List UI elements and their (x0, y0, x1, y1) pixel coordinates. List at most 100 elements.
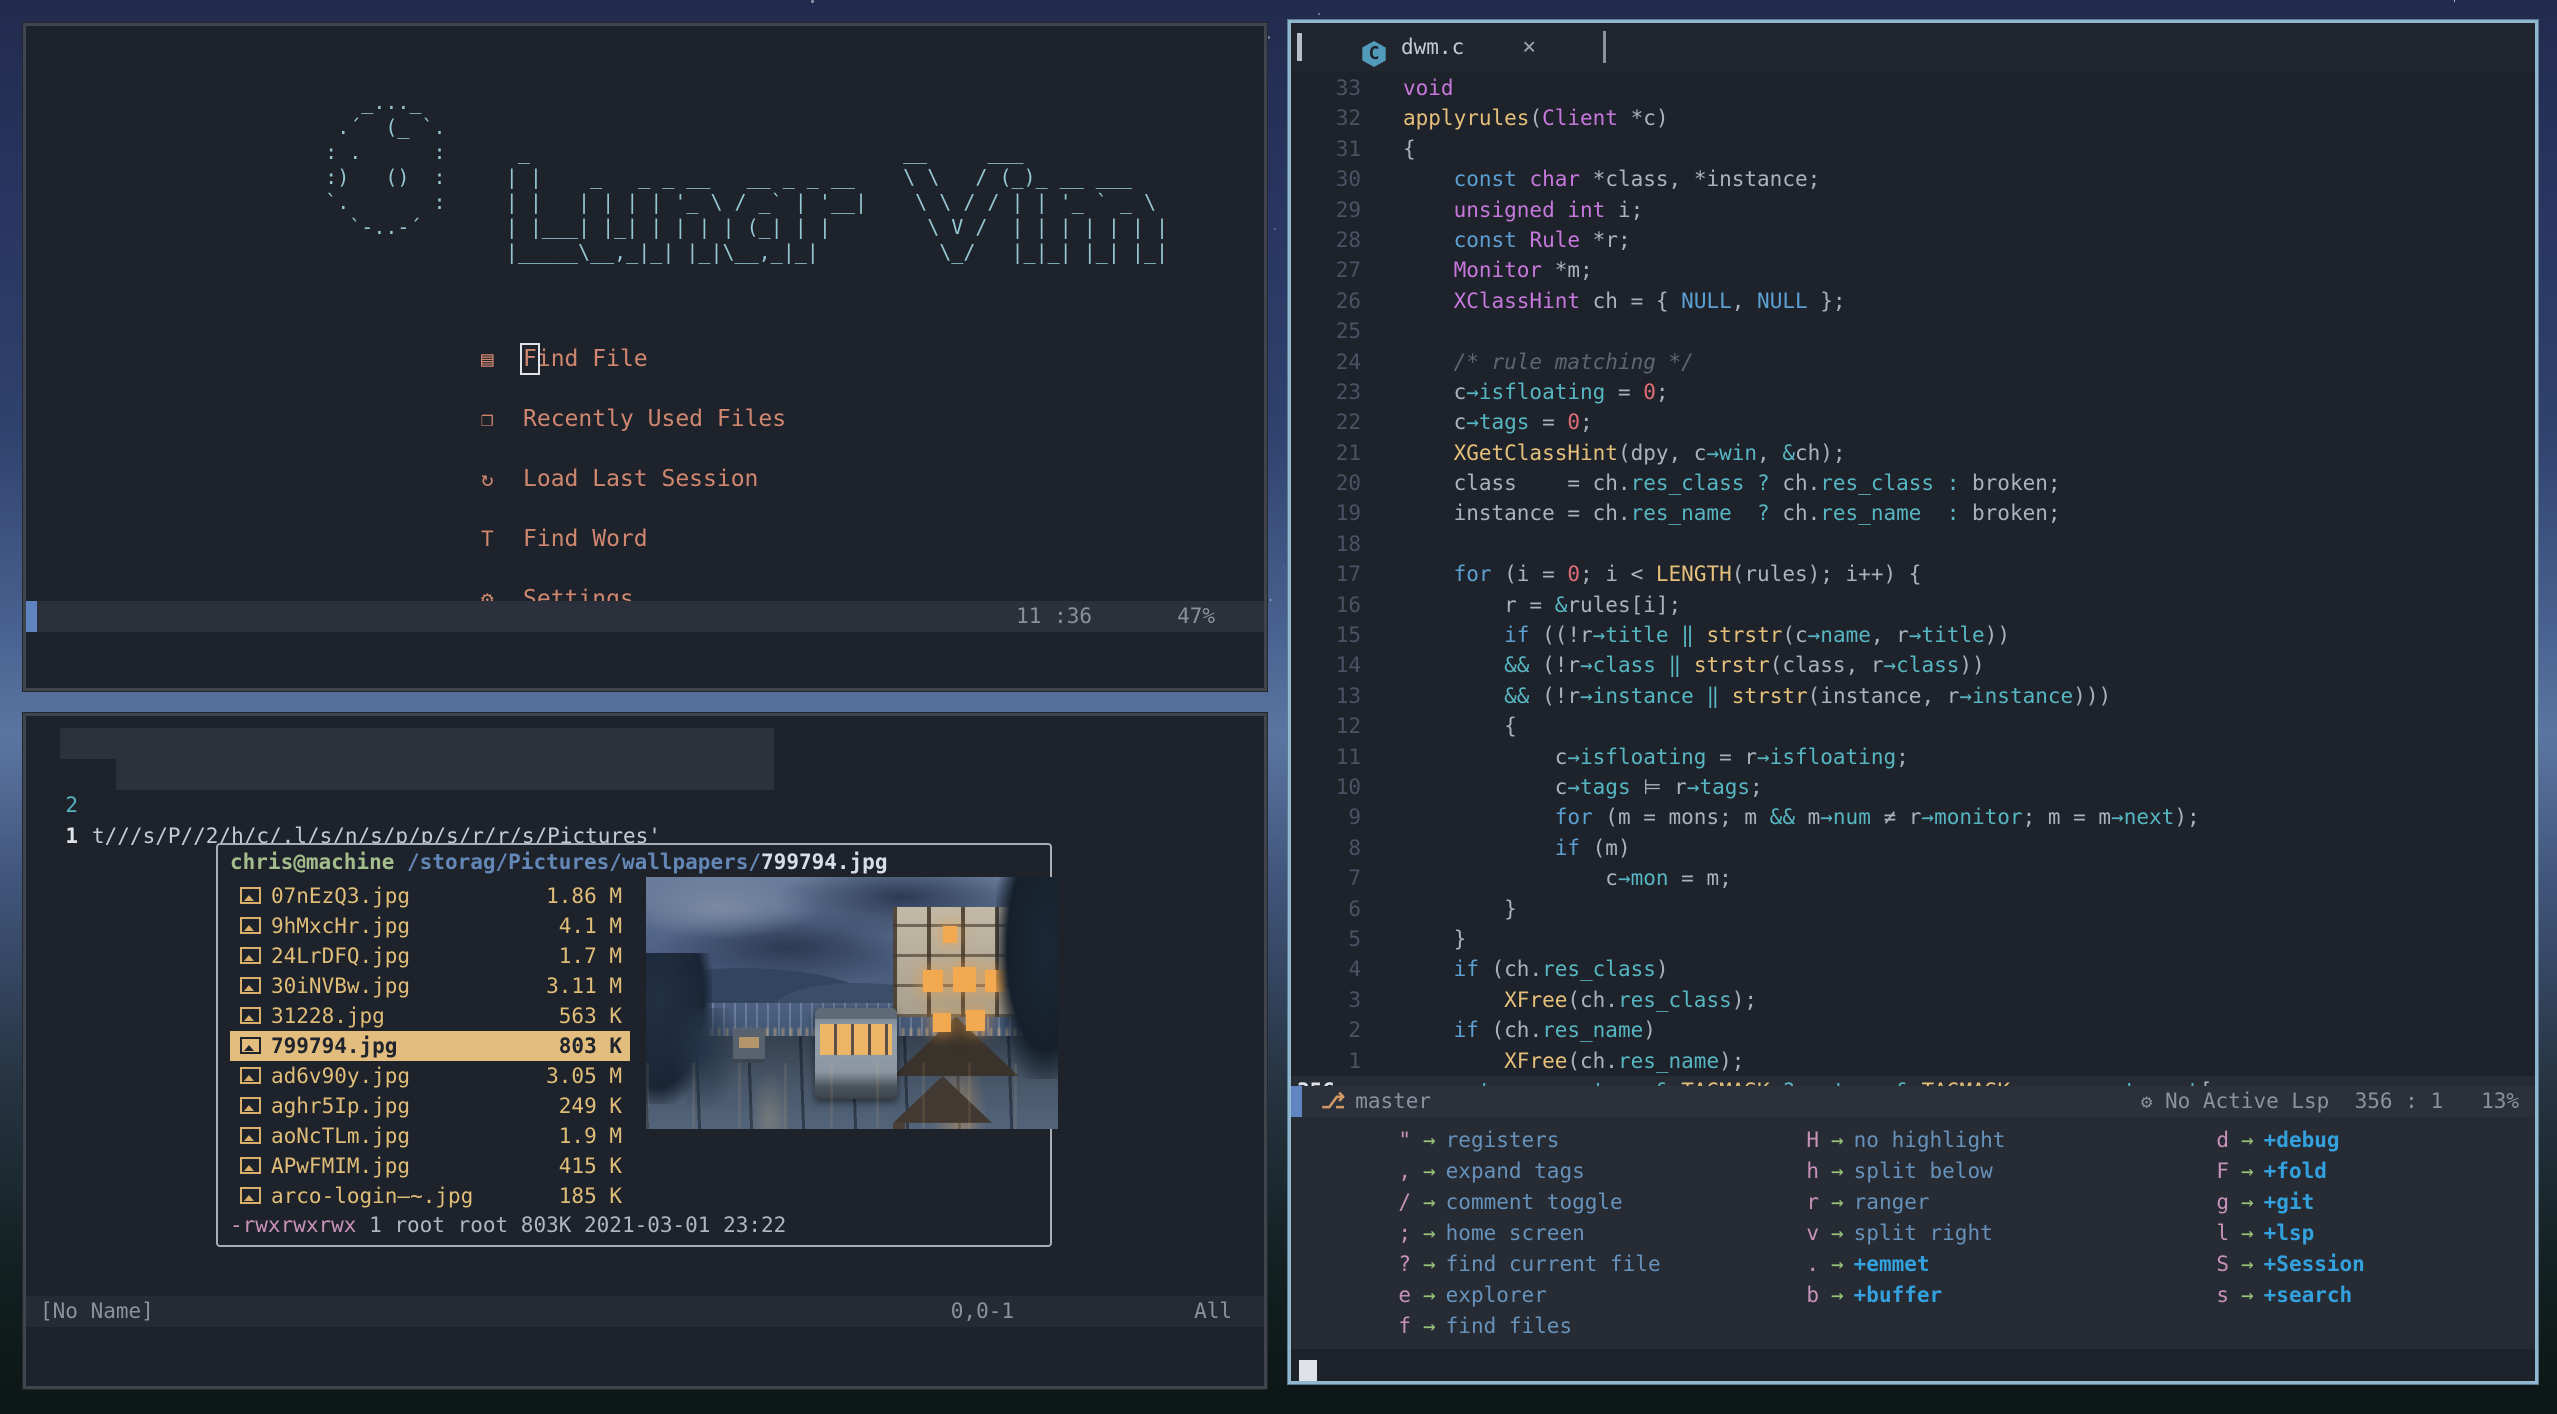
file-row[interactable]: aoNcTLm.jpg 1.9 M (230, 1121, 630, 1151)
file-name: 31228.jpg (271, 1001, 559, 1031)
code-line: 17 for (i = 0; i < LENGTH(rules); i++) { (1291, 559, 2535, 589)
line-number: 17 (1291, 559, 1361, 589)
code-text: { (1403, 134, 1416, 164)
whichkey-description: ranger (1854, 1190, 1930, 1214)
file-name: 24LrDFQ.jpg (271, 941, 559, 971)
file-list: 07nEzQ3.jpg 1.86 M 9hMxcHr.jpg 4.1 M 24LrDFQ… (230, 881, 630, 1211)
file-name: 799794.jpg (271, 1031, 559, 1061)
line-number: 32 (1291, 103, 1361, 133)
line-number: 26 (1291, 286, 1361, 316)
code-text: c→tags = 0; (1403, 407, 1593, 437)
statusline-dashboard: 11 :36 47% (26, 601, 1264, 632)
line-number: 8 (1291, 833, 1361, 863)
arrow-icon: → (1411, 1159, 1446, 1183)
whichkey-binding: r → ranger (1743, 1187, 2005, 1218)
file-row[interactable]: 30iNVBw.jpg 3.11 M (230, 971, 630, 1001)
menu-item-load-last-session[interactable]: ↻ Load Last Session (481, 462, 758, 496)
menu-item-find-file[interactable]: ▤ Find File (481, 342, 648, 376)
line-number: 1 (1291, 1046, 1361, 1076)
mode-indicator-block (26, 601, 37, 632)
file-row[interactable]: arco-login—~.jpg 185 K (230, 1181, 630, 1211)
arrow-icon: → (2229, 1221, 2264, 1245)
line-number: 20 (1291, 468, 1361, 498)
whichkey-binding: l → +lsp (2153, 1218, 2365, 1249)
whichkey-description: +search (2264, 1283, 2353, 1307)
file-browser-path: chris@machine /storag/Pictures/wallpaper… (230, 850, 887, 874)
file-row[interactable]: aghr5Ip.jpg 249 K (230, 1091, 630, 1121)
window-editor-dwm[interactable]: Cdwm.c × 33 void 32 applyrules(Client *c) 31 {… (1288, 20, 2538, 1384)
tab-separator (1603, 31, 1606, 63)
arrow-icon: → (1819, 1159, 1854, 1183)
line-number: 33 (1291, 73, 1361, 103)
file-row[interactable]: 31228.jpg 563 K (230, 1001, 630, 1031)
tab-dwm-c[interactable]: Cdwm.c × (1317, 23, 1536, 71)
file-size: 563 K (559, 1001, 622, 1031)
whichkey-popup: " → registers, → expand tags / → comment toggle… (1291, 1117, 2535, 1349)
find-word-icon: T (481, 522, 523, 556)
window-lunarvim-dashboard[interactable]: _..._ .´ (_ `. : . : _ __ ___ :) () : | … (23, 23, 1267, 691)
buffer-line: 1 (26, 759, 1264, 790)
line-number: 18 (1291, 529, 1361, 559)
code-text: XGetClassHint(dpy, c→win, &ch); (1403, 438, 1846, 468)
file-size: 3.11 M (546, 971, 622, 1001)
code-editor-area[interactable]: 33 void 32 applyrules(Client *c) 31{30 const… (1291, 73, 2535, 1106)
whichkey-key: b (1743, 1280, 1819, 1311)
tab-close-icon[interactable]: × (1522, 23, 1536, 71)
line-number: 22 (1291, 407, 1361, 437)
whichkey-binding: F → +fold (2153, 1156, 2365, 1187)
image-file-icon (240, 1127, 261, 1144)
whichkey-binding: d → +debug (2153, 1125, 2365, 1156)
code-line: 26 XClassHint ch = { NULL, NULL }; (1291, 286, 2535, 316)
arrow-icon: → (1411, 1314, 1446, 1338)
arrow-icon: → (1411, 1128, 1446, 1152)
code-text: } (1403, 894, 1517, 924)
code-text: for (i = 0; i < LENGTH(rules); i++) { (1403, 559, 1921, 589)
lsp-status: No Active Lsp (2165, 1089, 2329, 1113)
file-row-selected[interactable]: 799794.jpg 803 K (230, 1031, 630, 1061)
code-text: applyrules(Client *c) (1403, 103, 1669, 133)
file-row[interactable]: 24LrDFQ.jpg 1.7 M (230, 941, 630, 971)
ranger-file-browser[interactable]: chris@machine /storag/Pictures/wallpaper… (216, 843, 1052, 1247)
file-row[interactable]: 9hMxcHr.jpg 4.1 M (230, 911, 630, 941)
file-name: 07nEzQ3.jpg (271, 881, 546, 911)
file-name: 9hMxcHr.jpg (271, 911, 559, 941)
code-line: 5 } (1291, 924, 2535, 954)
file-row[interactable]: ad6v90y.jpg 3.05 M (230, 1061, 630, 1091)
statusline-scratch: [No Name] 0,0-1 All (26, 1296, 1264, 1327)
file-size: 1.86 M (546, 881, 622, 911)
image-file-icon (240, 1037, 261, 1054)
file-size: 1.9 M (559, 1121, 622, 1151)
whichkey-binding: ; → home screen (1335, 1218, 1661, 1249)
line-number: 7 (1291, 863, 1361, 893)
whichkey-description: +git (2264, 1190, 2315, 1214)
line-number: 31 (1291, 134, 1361, 164)
whichkey-key: S (2153, 1249, 2229, 1280)
code-text: class = ch.res_class ? ch.res_class : br… (1403, 468, 2061, 498)
menu-item-label: Find File (523, 346, 648, 372)
arrow-icon: → (2229, 1283, 2264, 1307)
code-line: 22 c→tags = 0; (1291, 407, 2535, 437)
file-row[interactable]: 07nEzQ3.jpg 1.86 M (230, 881, 630, 911)
code-text: XFree(ch.res_name); (1403, 1046, 1744, 1076)
code-text: } (1403, 924, 1466, 954)
image-file-icon (240, 977, 261, 994)
code-line: 13 && (!r→instance ‖ strstr(instance, r→… (1291, 681, 2535, 711)
code-text: && (!r→instance ‖ strstr(instance, r→ins… (1403, 681, 2111, 711)
whichkey-binding: / → comment toggle (1335, 1187, 1661, 1218)
whichkey-description: +lsp (2264, 1221, 2315, 1245)
whichkey-description: comment toggle (1446, 1190, 1623, 1214)
code-text: XClassHint ch = { NULL, NULL }; (1403, 286, 1846, 316)
whichkey-binding: s → +search (2153, 1280, 2365, 1311)
code-text: void (1403, 73, 1454, 103)
code-line: 3 XFree(ch.res_class); (1291, 985, 2535, 1015)
code-line: 24 /* rule matching */ (1291, 347, 2535, 377)
code-line: 15 if ((!r→title ‖ strstr(c→name, r→titl… (1291, 620, 2535, 650)
file-name: arco-login—~.jpg (271, 1181, 559, 1211)
file-metadata: 1 root root 803K 2021-03-01 23:22 (356, 1213, 786, 1237)
menu-item-find-word[interactable]: T Find Word (481, 522, 648, 556)
window-scratch-buffer[interactable]: 2 t///s/P//2/h/c/.l/s/n/s/p/p/s/r/r/s/Pi… (23, 713, 1267, 1389)
code-text: if (m) (1403, 833, 1631, 863)
whichkey-description: +fold (2264, 1159, 2327, 1183)
file-row[interactable]: APwFMIM.jpg 415 K (230, 1151, 630, 1181)
menu-item-recently-used-files[interactable]: ❐ Recently Used Files (481, 402, 786, 436)
